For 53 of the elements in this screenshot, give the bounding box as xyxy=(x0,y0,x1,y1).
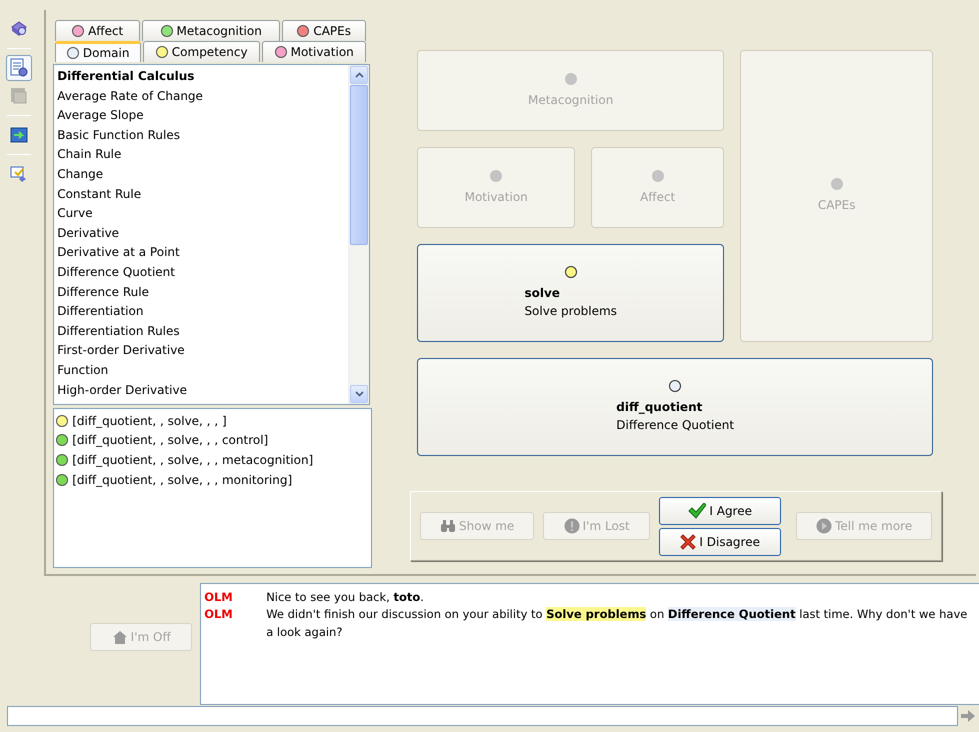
list-item[interactable]: [diff_quotient, , solve, , , control] xyxy=(72,431,268,450)
list-item[interactable]: First-order Derivative xyxy=(57,341,346,361)
scroll-up-icon[interactable] xyxy=(354,72,364,78)
node-subtitle: Solve problems xyxy=(524,303,617,320)
list-item[interactable]: [diff_quotient, , solve, , , metacognition] xyxy=(72,450,314,469)
message-input[interactable] xyxy=(7,706,958,726)
sender-label: OLM xyxy=(204,589,234,606)
house-icon xyxy=(112,630,128,644)
list-item[interactable]: Function xyxy=(57,360,346,380)
binoculars-icon xyxy=(440,519,456,533)
node-title: Motivation xyxy=(464,188,528,206)
list-item[interactable]: Basic Function Rules xyxy=(57,126,346,146)
node-subtitle: Difference Quotient xyxy=(616,417,734,434)
sender-label: OLM xyxy=(204,606,234,624)
tab[interactable]: Motivation xyxy=(262,41,366,62)
list-item[interactable]: High-order Derivative xyxy=(57,380,346,400)
check-icon xyxy=(688,502,706,518)
list-item[interactable]: Differentiation Rules xyxy=(57,322,346,342)
node-card[interactable]: solve Solve problems xyxy=(417,244,724,342)
node-title: diff_quotient xyxy=(616,399,704,416)
list-item[interactable]: Change xyxy=(57,164,346,185)
scrollbar[interactable] xyxy=(348,65,370,404)
node-title: Affect xyxy=(640,188,676,206)
list-item[interactable]: Average Slope xyxy=(57,106,346,126)
play-icon xyxy=(816,518,832,534)
node-card[interactable]: diff_quotient Difference Quotient xyxy=(417,358,934,456)
disagree-button[interactable]: I Disagree xyxy=(659,528,782,556)
node-title: Metacognition xyxy=(528,92,614,108)
tab[interactable]: CAPEs xyxy=(282,20,366,41)
tab[interactable]: Affect xyxy=(55,20,140,41)
agree-button[interactable]: I Agree xyxy=(659,496,782,524)
list-item[interactable]: Difference Rule xyxy=(57,282,346,302)
list-item[interactable]: Differentiation xyxy=(57,302,346,322)
tab[interactable]: Domain xyxy=(55,41,142,62)
exclamation-icon xyxy=(564,518,580,534)
chat-message: Nice to see you back, toto. xyxy=(266,589,424,606)
list-item[interactable]: [diff_quotient, , solve, , , monitoring] xyxy=(72,470,292,489)
list-item[interactable]: Constant Rule xyxy=(57,184,346,204)
list-item[interactable]: [diff_quotient, , solve, , , ] xyxy=(72,412,227,430)
chat-message: We didn't finish our discussion on your ability to Solve problems on Difference Quotient last time. Why don't we have a look again? xyxy=(266,606,968,640)
x-mark-icon xyxy=(680,534,696,550)
list-item[interactable]: Derivative at a Point xyxy=(57,243,346,263)
list-item[interactable]: Curve xyxy=(57,204,346,224)
tab[interactable]: Competency xyxy=(143,41,260,62)
list-item[interactable]: Average Rate of Change xyxy=(57,86,346,106)
node-title: solve xyxy=(524,285,561,302)
scroll-down-icon[interactable] xyxy=(354,391,364,397)
list-item[interactable]: Chain Rule xyxy=(57,145,346,165)
list-heading[interactable]: Differential Calculus xyxy=(57,67,346,87)
node-title: CAPEs xyxy=(818,197,856,214)
list-item[interactable]: Derivative xyxy=(57,224,346,244)
tab[interactable]: Metacognition xyxy=(142,20,280,41)
list-item[interactable]: Difference Quotient xyxy=(57,262,346,283)
